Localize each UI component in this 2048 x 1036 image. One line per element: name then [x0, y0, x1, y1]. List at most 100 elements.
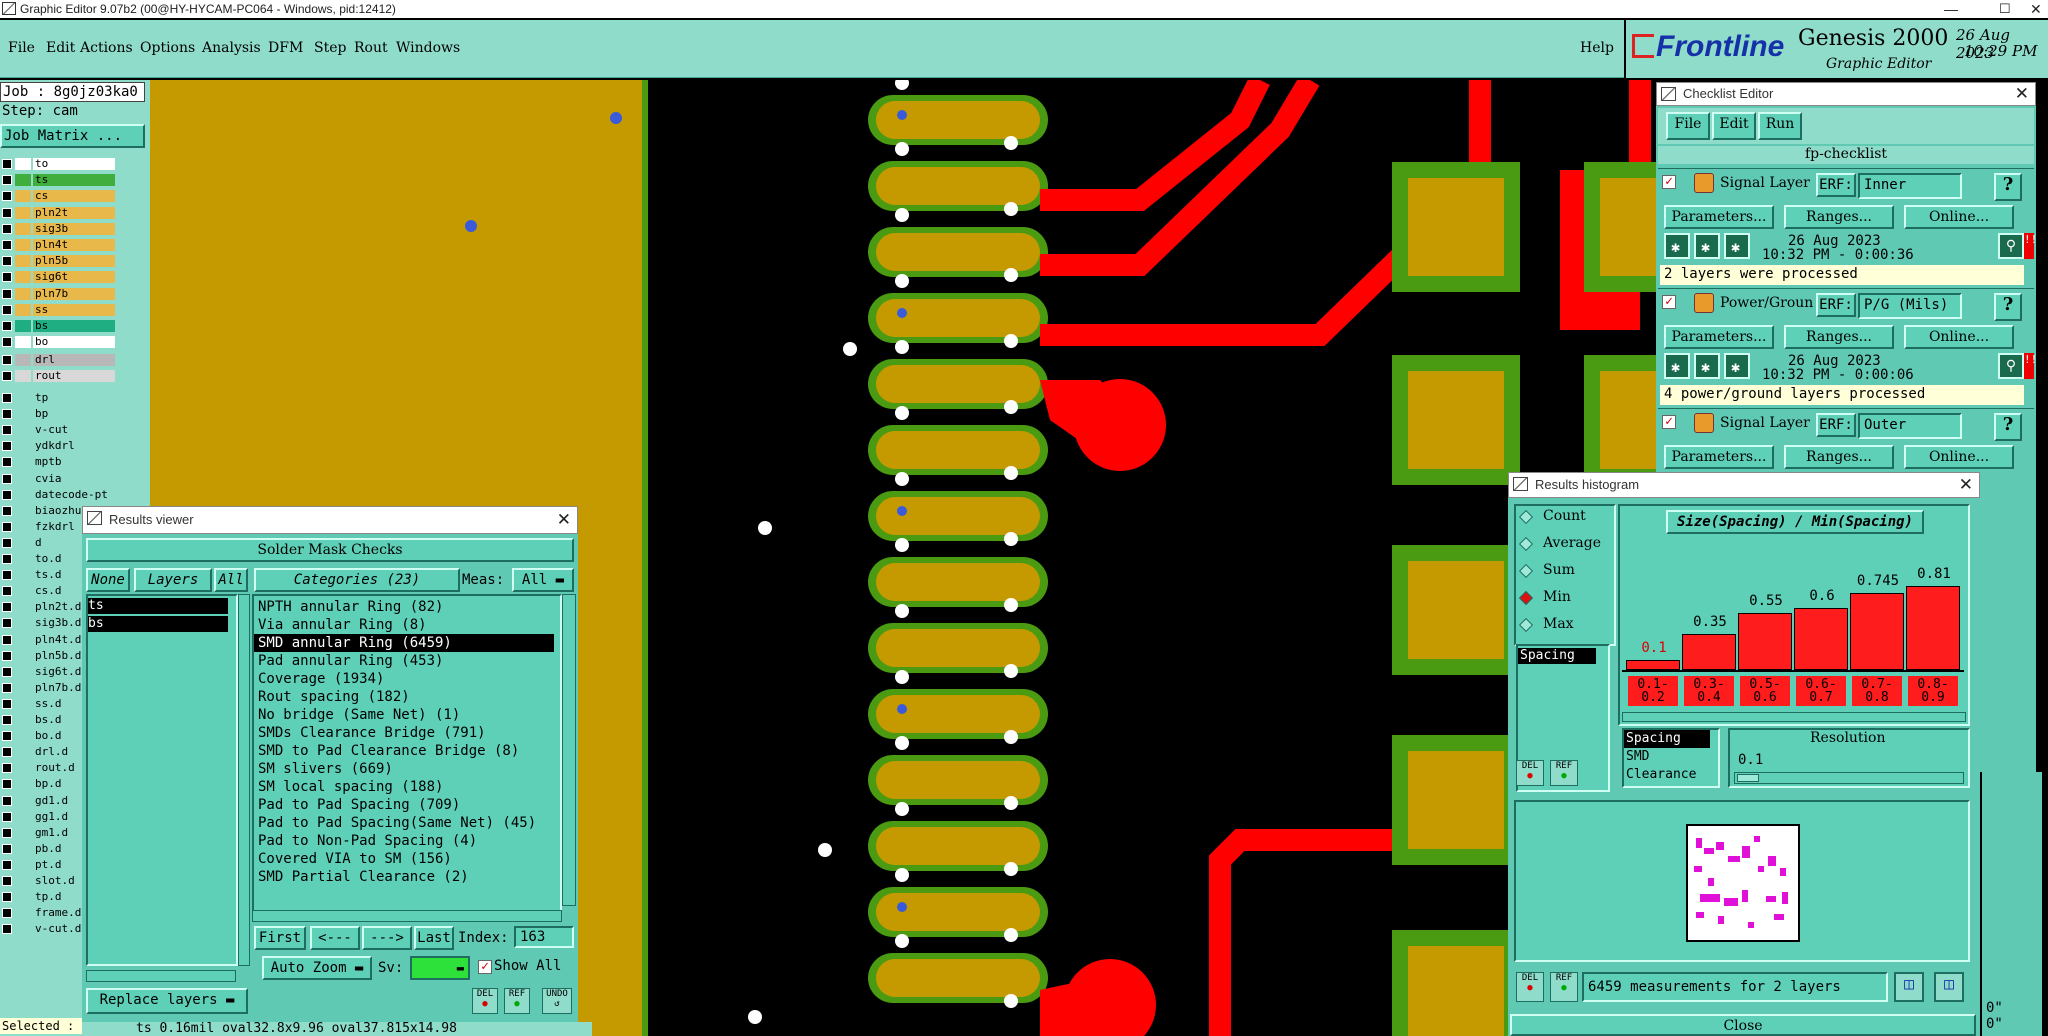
layer-checkbox[interactable] [2, 779, 12, 790]
erf-button[interactable]: ERF: [1816, 413, 1856, 437]
layer-name[interactable]: v-cut [33, 424, 115, 437]
checklist-menu-run[interactable]: Run [1758, 112, 1802, 140]
close-icon[interactable]: ✕ [2015, 83, 2029, 105]
mode-max[interactable]: Max [1518, 616, 1609, 636]
histogram-bar[interactable] [1906, 586, 1960, 670]
checklist-menu-edit[interactable]: Edit [1712, 112, 1756, 140]
ranges-button[interactable]: Ranges... [1784, 325, 1894, 349]
close-icon[interactable]: ✕ [557, 507, 571, 533]
magnify-icon[interactable]: ⚲ [1998, 233, 2024, 259]
mode-sum[interactable]: Sum [1518, 562, 1609, 582]
layer-row-pln2t[interactable]: pln2t [0, 206, 118, 219]
first-button[interactable]: First [254, 926, 306, 950]
layer-checkbox[interactable] [2, 256, 12, 267]
layer-checkbox[interactable] [2, 304, 12, 315]
category-item[interactable]: Pad annular Ring (453) [254, 652, 554, 670]
preview-map[interactable] [1686, 824, 1800, 942]
chart-settings-icon[interactable]: ◫ [1934, 972, 1964, 1002]
layer-name[interactable]: ss [33, 303, 115, 316]
layer-checkbox[interactable] [2, 355, 12, 365]
menu-edit[interactable]: Edit [46, 40, 75, 56]
del-icon[interactable]: DEL ● [1516, 760, 1544, 786]
check-name[interactable]: Power/Ground C [1720, 295, 1814, 311]
layer-checkbox[interactable] [2, 337, 12, 348]
layer-row-ss[interactable]: ss [0, 303, 118, 316]
chart-bar-icon[interactable]: ◫ [1894, 972, 1924, 1002]
category-item[interactable]: No bridge (Same Net) (1) [254, 706, 554, 724]
category-item[interactable]: Pad to Non-Pad Spacing (4) [254, 832, 554, 850]
layer-checkbox[interactable] [2, 715, 12, 725]
ref-icon[interactable]: REF ● [1550, 760, 1578, 786]
layer-checkbox[interactable] [2, 457, 12, 468]
layer-checkbox[interactable] [2, 731, 12, 742]
layer-row-pln4t[interactable]: pln4t [0, 239, 118, 251]
layer-checkbox[interactable] [2, 763, 12, 774]
layer-name[interactable]: ydkdrl [33, 440, 115, 453]
layer-row-sig3b[interactable]: sig3b [0, 222, 118, 235]
run-icon[interactable]: ✱ [1724, 233, 1750, 259]
layer-row-bp[interactable]: bp [0, 408, 118, 421]
histogram-bar[interactable] [1682, 633, 1736, 670]
mode-average[interactable]: Average [1518, 535, 1609, 555]
category-item[interactable]: Coverage (1934) [254, 670, 554, 688]
layer-checkbox[interactable] [2, 473, 12, 484]
layer-name[interactable]: sig3b [33, 222, 115, 235]
layer-checkbox[interactable] [2, 288, 12, 299]
layer-row-pln7b[interactable]: pln7b [0, 287, 118, 300]
online-button[interactable]: Online... [1904, 205, 2014, 229]
category-item[interactable]: Covered VIA to SM (156) [254, 850, 554, 868]
layer-checkbox[interactable] [2, 371, 12, 381]
layer-checkbox[interactable] [2, 240, 12, 250]
ranges-button[interactable]: Ranges... [1784, 205, 1894, 229]
del-icon[interactable]: DEL ● [472, 988, 498, 1014]
category-hscroll[interactable] [252, 910, 562, 922]
help-button[interactable]: ? [1994, 293, 2022, 321]
layer-checkbox[interactable] [2, 489, 12, 500]
parameters-button[interactable]: Parameters... [1664, 325, 1774, 349]
layer-row-ts[interactable]: ts [0, 174, 118, 187]
resolution-slider[interactable] [1734, 772, 1964, 784]
run-icon[interactable]: ✱ [1694, 233, 1720, 259]
parameters-button[interactable]: Parameters... [1664, 445, 1774, 469]
layer-checkbox[interactable] [2, 602, 12, 613]
layer-name[interactable]: drl [33, 354, 115, 366]
check-enabled-checkbox[interactable]: ✓ [1662, 295, 1676, 309]
close-icon[interactable]: ✕ [2030, 0, 2042, 18]
layer-checkbox[interactable] [2, 554, 12, 564]
layer-name[interactable]: mptb [33, 456, 115, 469]
minimize-icon[interactable]: — [1944, 0, 1958, 18]
replace-layers-select[interactable]: Replace layers ▬ [86, 988, 248, 1014]
layer-checkbox[interactable] [2, 811, 12, 822]
category-item[interactable]: SMD annular Ring (6459) [254, 634, 554, 652]
category-item[interactable]: SM slivers (669) [254, 760, 554, 778]
menu-rout[interactable]: Rout [354, 40, 388, 56]
online-button[interactable]: Online... [1904, 445, 2014, 469]
layer-checkbox[interactable] [2, 876, 12, 886]
layer-row-ydkdrl[interactable]: ydkdrl [0, 440, 118, 453]
layer-checkbox[interactable] [2, 666, 12, 677]
chart-title[interactable]: Size(Spacing) / Min(Spacing) [1666, 510, 1924, 534]
layer-name[interactable]: pln7b [33, 287, 115, 300]
category-list[interactable]: NPTH annular Ring (82) Via annular Ring (… [254, 598, 554, 906]
help-button[interactable]: ? [1994, 413, 2022, 441]
menu-options[interactable]: Options [140, 40, 195, 56]
spacing-list-item[interactable]: Spacing [1518, 648, 1596, 664]
layer-checkbox[interactable] [2, 586, 12, 597]
next-button[interactable]: ---> [362, 926, 412, 950]
layer-list-item[interactable]: ts [88, 598, 228, 614]
last-button[interactable]: Last [414, 926, 454, 950]
erf-value[interactable]: Inner [1858, 173, 1962, 199]
erf-value[interactable]: Outer [1858, 413, 1962, 439]
layer-list[interactable] [86, 594, 238, 966]
layer-row-sig6t[interactable]: sig6t [0, 271, 118, 284]
erf-value[interactable]: P/G (Mils) [1858, 293, 1962, 319]
categories-button[interactable]: Categories (23) [254, 568, 460, 592]
layer-checkbox[interactable] [2, 537, 12, 548]
category-item[interactable]: SMDs Clearance Bridge (791) [254, 724, 554, 742]
layer-checkbox[interactable] [2, 393, 12, 403]
menu-file[interactable]: File [8, 40, 35, 56]
layer-checkbox[interactable] [2, 521, 12, 532]
menu-step[interactable]: Step [314, 40, 346, 56]
layer-name[interactable]: bs [33, 320, 115, 332]
layer-checkbox[interactable] [2, 207, 12, 218]
